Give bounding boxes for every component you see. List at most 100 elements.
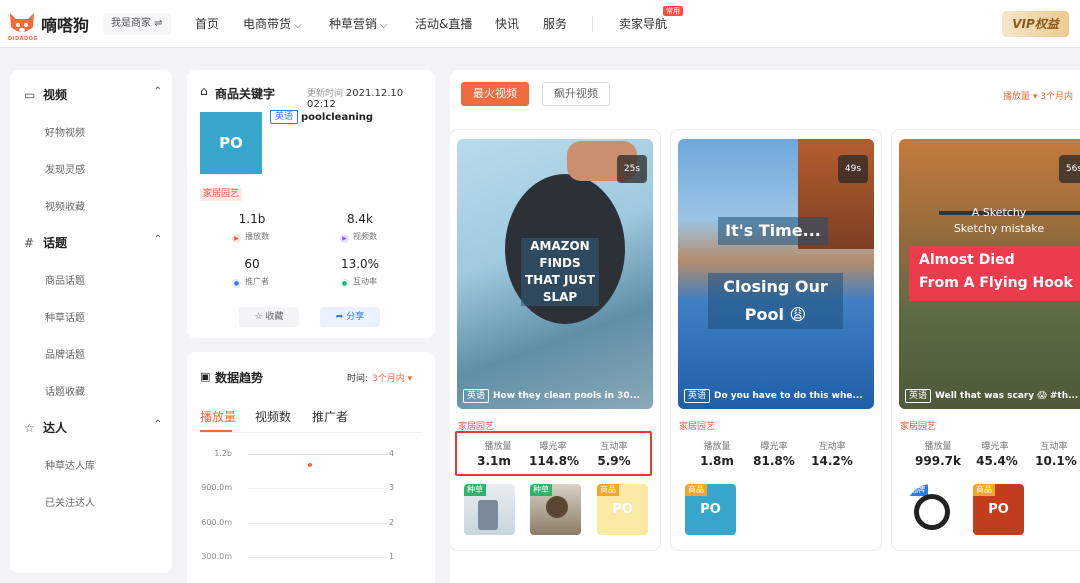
- share-icon: ➦: [335, 312, 347, 322]
- y-right-tick: 2: [389, 518, 395, 527]
- keyword-text[interactable]: poolcleaning: [301, 112, 373, 123]
- nav-news[interactable]: 快讯: [495, 15, 519, 32]
- overlay-line: THAT JUST: [525, 273, 595, 287]
- y-left-tick: 1.2b: [214, 449, 232, 458]
- product-thumb-text: PO: [612, 502, 633, 517]
- duration-badge: 25s: [617, 155, 647, 183]
- related-thumb-product[interactable]: 商品 PO: [597, 484, 648, 535]
- nav-seller-guide[interactable]: 卖家导航: [619, 15, 667, 32]
- sidebar-item-brand-topics[interactable]: 品牌话题: [45, 346, 85, 361]
- sidebar-item-video-favorites[interactable]: 视频收藏: [45, 198, 85, 213]
- language-tag: 英语: [270, 110, 299, 124]
- share-button[interactable]: ➦ 分享: [320, 307, 380, 327]
- rising-videos-button[interactable]: 飙升视频: [542, 82, 610, 106]
- category-tag: 家居园艺: [200, 188, 243, 201]
- update-label: 更新时间: [307, 89, 344, 99]
- shop-icon: ⌂: [200, 84, 208, 98]
- stat-promoters-label: ● 推广者: [232, 276, 269, 288]
- chart-icon: ▣: [200, 370, 211, 383]
- update-time: 更新时间 2021.12.10 02:12: [307, 86, 435, 110]
- nav-label: 首页: [195, 17, 220, 31]
- sidebar-item-seeding-topics[interactable]: 种草话题: [45, 309, 85, 324]
- nav-ecommerce[interactable]: 电商带货 ⌵: [243, 15, 302, 32]
- category-tag: 家居园艺: [900, 422, 937, 432]
- trend-title: 数据趋势: [215, 371, 264, 385]
- exposure-rate-value: 81.8%: [753, 454, 795, 468]
- top-header: 嘀嗒狗 DIDADOG 我是商家 ⇌ 首页 电商带货 ⌵ 种草营销 ⌵ 活动&直播 …: [0, 0, 1080, 48]
- product-tag: 商品: [685, 484, 707, 496]
- engagement-rate-value: 14.2%: [811, 454, 853, 468]
- stat-engagement-value: 13.0%: [340, 257, 380, 271]
- label: 推广者: [245, 277, 269, 286]
- duration-badge: 56s: [1059, 155, 1080, 183]
- overlay-line: From A Flying Hook: [919, 275, 1073, 291]
- sidebar-section-influencer[interactable]: ☆ 达人 ⌃: [24, 419, 164, 436]
- person-image: [546, 496, 568, 518]
- sidebar-item-product-topics[interactable]: 商品话题: [45, 272, 85, 287]
- video-thumbnail[interactable]: A Sketchy Sketchy mistake Almost Died Fr…: [899, 139, 1080, 409]
- video-card[interactable]: It's Time... Closing Our Pool 😩 49s 英语 Do…: [671, 130, 881, 550]
- related-thumb-seeding[interactable]: 种草: [530, 484, 581, 535]
- user-icon: ●: [232, 279, 241, 288]
- video-thumbnail[interactable]: It's Time... Closing Our Pool 😩 49s 英语 Do…: [678, 139, 874, 409]
- label: 播放数: [245, 232, 269, 241]
- grid-line: [248, 488, 388, 489]
- video-count-icon: ▶: [340, 234, 349, 243]
- y-left-tick: 600.0m: [201, 518, 232, 527]
- overlay-line: SLAP: [542, 290, 578, 304]
- chevron-down-icon: ⌵: [294, 20, 302, 31]
- chevron-up-icon[interactable]: ⌃: [154, 419, 162, 430]
- nav-home[interactable]: 首页: [195, 15, 219, 32]
- sort-dropdown[interactable]: 播放量 ▾ 3个月内: [1003, 89, 1073, 102]
- topic-icon: #: [24, 236, 35, 250]
- video-thumbnail[interactable]: AMAZON FINDS THAT JUST SLAP 25s 英语 How th…: [457, 139, 653, 409]
- nav-events-live[interactable]: 活动&直播: [415, 15, 472, 32]
- sidebar-item-influencer-library[interactable]: 种草达人库: [45, 457, 95, 472]
- related-thumb-seeding[interactable]: 种草: [464, 484, 515, 535]
- category-tag: 家居园艺: [679, 422, 716, 432]
- engagement-icon: ●: [340, 279, 349, 288]
- hottest-videos-button[interactable]: 最火视频: [461, 82, 529, 106]
- stat-videos-label: ▶ 视频数: [340, 231, 377, 243]
- keyword-card: ⌂ 商品关键字 更新时间 2021.12.10 02:12 PO 英语 pool…: [187, 70, 435, 338]
- related-thumb-product[interactable]: 商品 PO: [685, 484, 736, 535]
- favorite-label: 收藏: [265, 312, 284, 322]
- overlay-line: Closing Our: [723, 277, 828, 296]
- sidebar-section-topic[interactable]: # 话题 ⌃: [24, 234, 164, 251]
- sidebar-section-video[interactable]: ▭ 视频 ⌃: [24, 86, 164, 103]
- y-right-tick: 4: [389, 449, 395, 458]
- y-right-tick: 3: [389, 483, 395, 492]
- chevron-up-icon[interactable]: ⌃: [154, 86, 162, 97]
- sidebar-item-inspiration[interactable]: 发现灵感: [45, 161, 85, 176]
- vip-benefits-button[interactable]: VIP权益: [1002, 11, 1069, 37]
- trend-data-point[interactable]: [308, 463, 312, 467]
- chevron-up-icon[interactable]: ⌃: [154, 234, 162, 245]
- product-thumbnail[interactable]: PO: [200, 112, 262, 174]
- label: 视频数: [353, 232, 377, 241]
- tab-plays[interactable]: 播放量: [200, 408, 236, 425]
- stat-engagement-label: ● 互动率: [340, 276, 377, 288]
- video-overlay-text: A Sketchy Sketchy mistake: [939, 205, 1059, 237]
- sidebar-item-followed-influencers[interactable]: 已关注达人: [45, 494, 95, 509]
- nav-label: 服务: [543, 17, 568, 31]
- sidebar-item-topic-favorites[interactable]: 话题收藏: [45, 383, 85, 398]
- video-card[interactable]: A Sketchy Sketchy mistake Almost Died Fr…: [892, 130, 1080, 550]
- merchant-switch-button[interactable]: 我是商家 ⇌: [103, 13, 171, 35]
- nav-services[interactable]: 服务: [543, 15, 567, 32]
- video-card[interactable]: AMAZON FINDS THAT JUST SLAP 25s 英语 How th…: [450, 130, 660, 550]
- dog-logo-icon[interactable]: [6, 7, 38, 39]
- tab-video-count[interactable]: 视频数: [255, 408, 291, 425]
- caption-text: Do you have to do this whe...: [714, 391, 863, 401]
- y-left-tick: 300.0m: [201, 552, 232, 561]
- logo-text[interactable]: 嘀嗒狗: [41, 12, 89, 36]
- related-thumb-product[interactable]: 商品 PO: [973, 484, 1024, 535]
- nav-marketing[interactable]: 种草营销 ⌵: [329, 15, 388, 32]
- related-thumb-brand[interactable]: 品牌: [906, 484, 957, 535]
- star-icon: ☆: [254, 312, 266, 322]
- tab-baseline: [200, 432, 422, 433]
- favorite-button[interactable]: ☆ 收藏: [239, 307, 299, 327]
- tab-promoters[interactable]: 推广者: [312, 408, 348, 425]
- plays-value: 1.8m: [700, 454, 734, 468]
- sidebar-item-good-videos[interactable]: 好物视频: [45, 124, 85, 139]
- time-range-dropdown[interactable]: 3个月内 ▾: [372, 371, 412, 384]
